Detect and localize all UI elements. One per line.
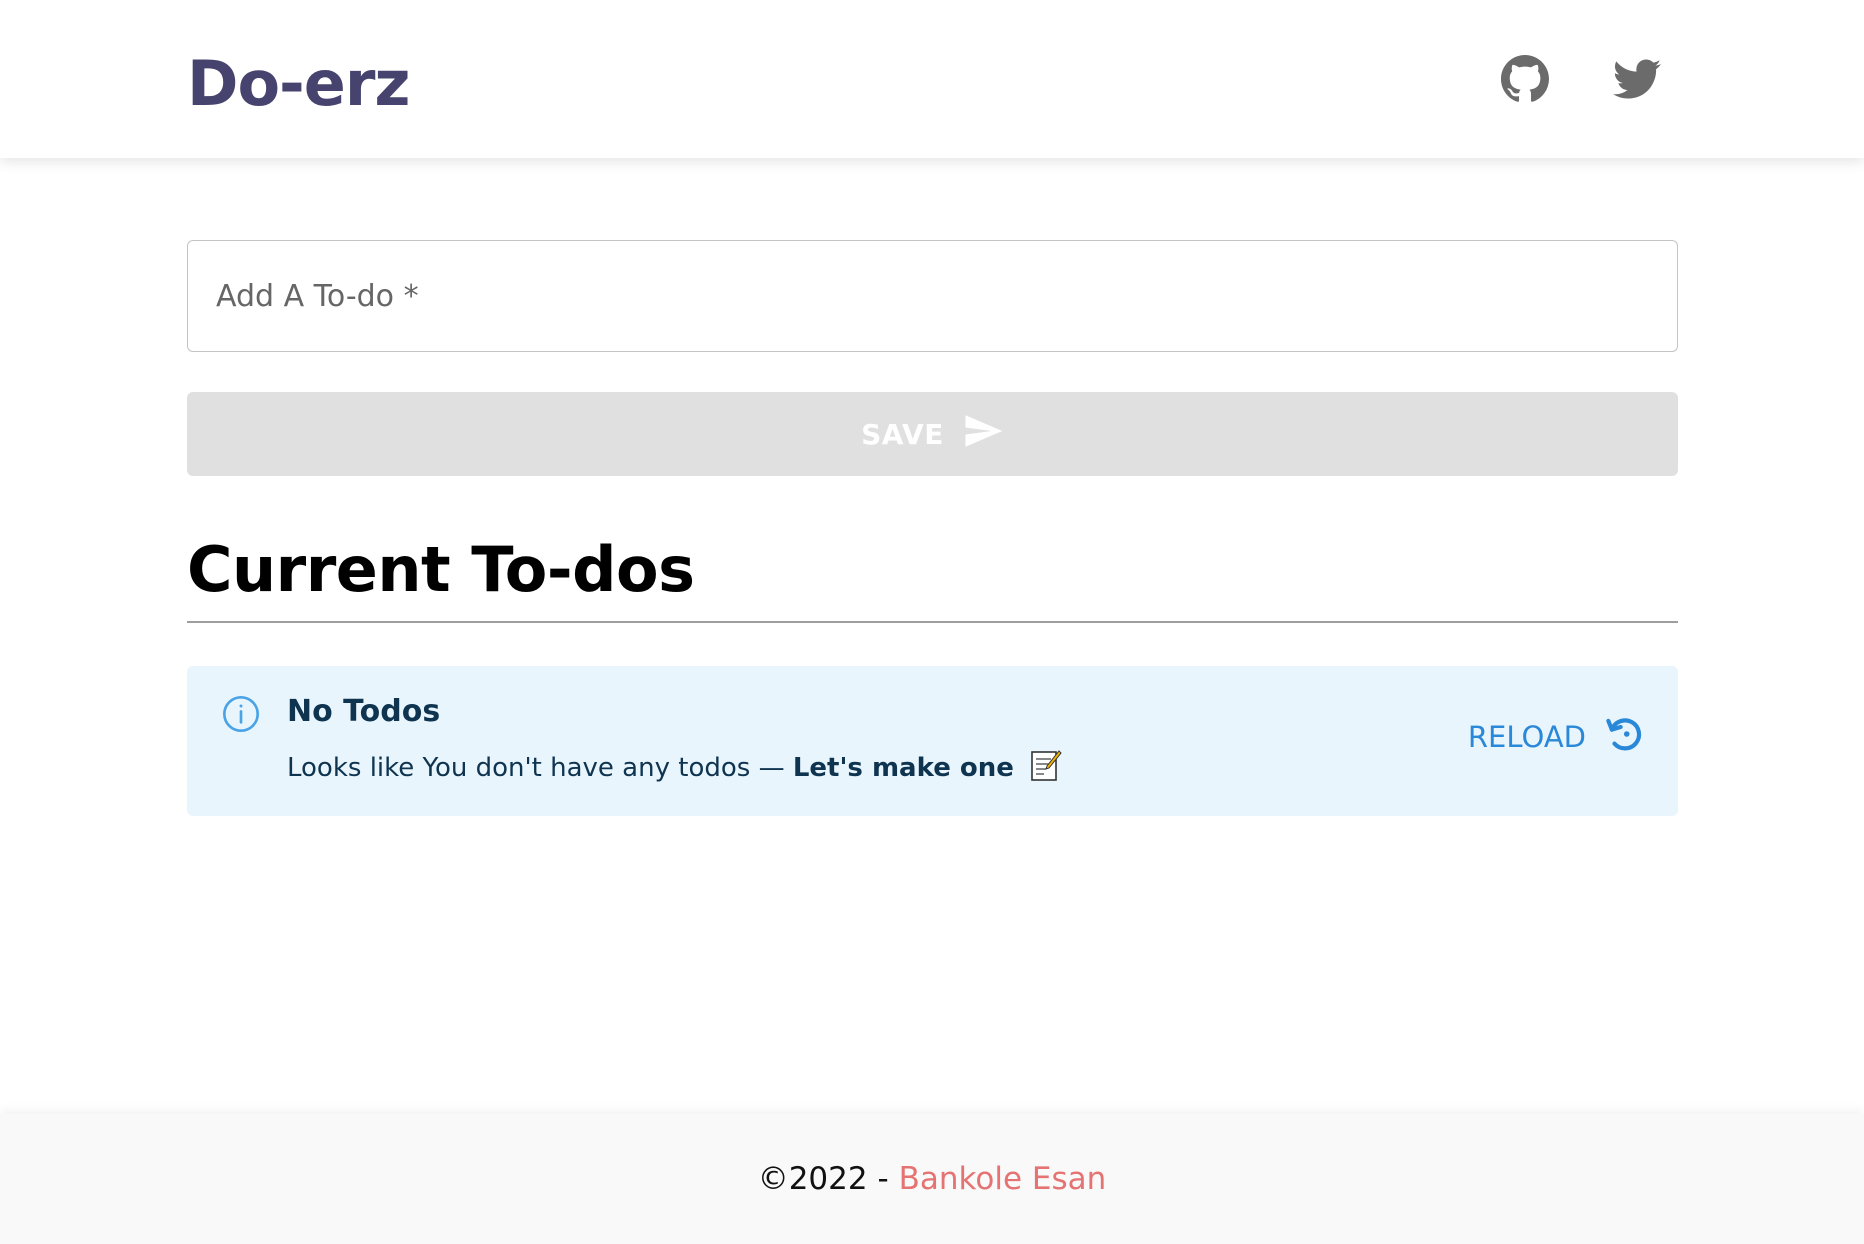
todo-input[interactable] xyxy=(188,241,1677,351)
github-link[interactable] xyxy=(1498,54,1552,108)
memo-icon xyxy=(1030,748,1062,782)
save-button-label: SAVE xyxy=(861,417,944,451)
alert-message: Looks like You don't have any todos — Le… xyxy=(287,748,1062,788)
brand-title[interactable]: Do-erz xyxy=(187,44,411,124)
reload-button-label: RELOAD xyxy=(1467,720,1586,754)
main-content: SAVE Current To-dos No Todos Looks like … xyxy=(187,240,1678,816)
copyright-text: ©2022 - xyxy=(757,1161,889,1197)
twitter-icon xyxy=(1613,55,1661,107)
empty-todos-alert: No Todos Looks like You don't have any t… xyxy=(187,666,1678,816)
author-link[interactable]: Bankole Esan xyxy=(899,1161,1107,1197)
section-title: Current To-dos xyxy=(187,533,695,606)
github-icon xyxy=(1501,55,1549,107)
info-icon xyxy=(221,694,261,734)
save-button[interactable]: SAVE xyxy=(187,392,1678,476)
reload-icon xyxy=(1604,713,1646,762)
twitter-link[interactable] xyxy=(1610,54,1664,108)
todo-input-container xyxy=(187,240,1678,352)
alert-title: No Todos xyxy=(287,694,441,729)
send-icon xyxy=(962,410,1004,459)
alert-message-cta: Let's make one xyxy=(792,753,1014,783)
app-header: Do-erz xyxy=(0,0,1864,158)
divider xyxy=(187,621,1678,623)
reload-button[interactable]: RELOAD xyxy=(1468,712,1646,762)
app-footer: ©2022 - Bankole Esan xyxy=(0,1114,1864,1244)
alert-message-text: Looks like You don't have any todos — xyxy=(287,753,785,783)
